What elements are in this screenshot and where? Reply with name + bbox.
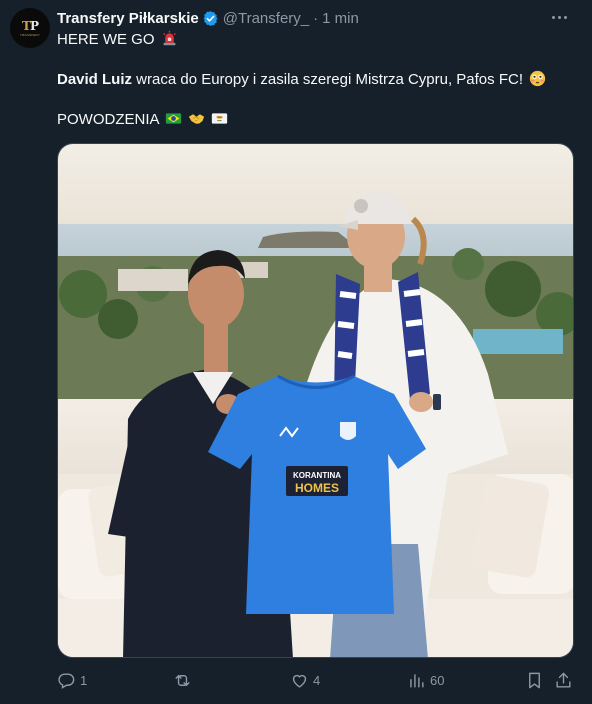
like-count: 4 bbox=[313, 672, 321, 688]
heart-icon bbox=[292, 674, 307, 688]
display-name[interactable]: Transfery Piłkarskie bbox=[57, 10, 199, 27]
tweet-line-1-text: HERE WE GO bbox=[57, 31, 155, 48]
share-button[interactable] bbox=[554, 668, 573, 692]
views-count: 60 bbox=[430, 672, 445, 688]
retweet-icon bbox=[175, 674, 190, 686]
tweet-line-3-text: POWODZENIA bbox=[57, 111, 159, 128]
avatar[interactable]: TP TRANSFERY bbox=[10, 8, 50, 48]
cyprus-flag-emoji-icon bbox=[212, 113, 228, 124]
views-chart-icon bbox=[410, 673, 424, 688]
handle[interactable]: @Transfery_ bbox=[223, 10, 309, 27]
avatar-monogram-t: T bbox=[22, 18, 31, 33]
avatar-monogram-p: P bbox=[29, 18, 39, 33]
tweet-line-2: David Luiz wraca do Europy i zasila szer… bbox=[57, 70, 577, 90]
siren-emoji-icon bbox=[162, 30, 176, 46]
tweet-text: HERE WE GO David Luiz wraca do Europy i … bbox=[57, 30, 577, 130]
handshake-emoji-icon bbox=[188, 114, 205, 124]
tweet-photo[interactable]: KORANTINA HOMES bbox=[57, 143, 574, 658]
mention-name: David Luiz bbox=[57, 71, 133, 88]
reply-count: 1 bbox=[80, 672, 88, 688]
tweet-actions: 1 4 60 bbox=[57, 668, 577, 692]
separator-dot: · bbox=[313, 9, 319, 27]
verified-badge-icon bbox=[202, 10, 219, 27]
photo-scene: KORANTINA HOMES bbox=[58, 144, 573, 657]
flushed-face-emoji-icon bbox=[530, 70, 546, 87]
retweet-button[interactable] bbox=[173, 668, 196, 692]
bookmark-button[interactable] bbox=[525, 668, 544, 692]
bookmark-icon bbox=[529, 672, 540, 688]
shirt-sponsor-top: KORANTINA bbox=[293, 471, 341, 480]
reply-icon bbox=[58, 672, 75, 689]
reply-button[interactable]: 1 bbox=[57, 668, 87, 692]
brazil-flag-emoji-icon bbox=[165, 113, 182, 124]
tweet-header: Transfery Piłkarskie @Transfery_ · 1 min bbox=[57, 8, 359, 28]
timestamp[interactable]: 1 min bbox=[322, 10, 359, 27]
shirt-sponsor-bottom: HOMES bbox=[295, 481, 339, 495]
tweet-line-3: POWODZENIA bbox=[57, 110, 577, 130]
like-button[interactable]: 4 bbox=[290, 668, 320, 692]
tweet-card[interactable]: TP TRANSFERY Transfery Piłkarskie @Trans… bbox=[0, 0, 592, 704]
share-icon bbox=[556, 672, 571, 688]
tweet-line-2-text: wraca do Europy i zasila szeregi Mistrza… bbox=[132, 71, 523, 88]
views-button[interactable]: 60 bbox=[407, 668, 444, 692]
more-options-icon[interactable] bbox=[548, 7, 570, 27]
avatar-subtext: TRANSFERY bbox=[20, 32, 40, 37]
tweet-line-1: HERE WE GO bbox=[57, 30, 577, 50]
